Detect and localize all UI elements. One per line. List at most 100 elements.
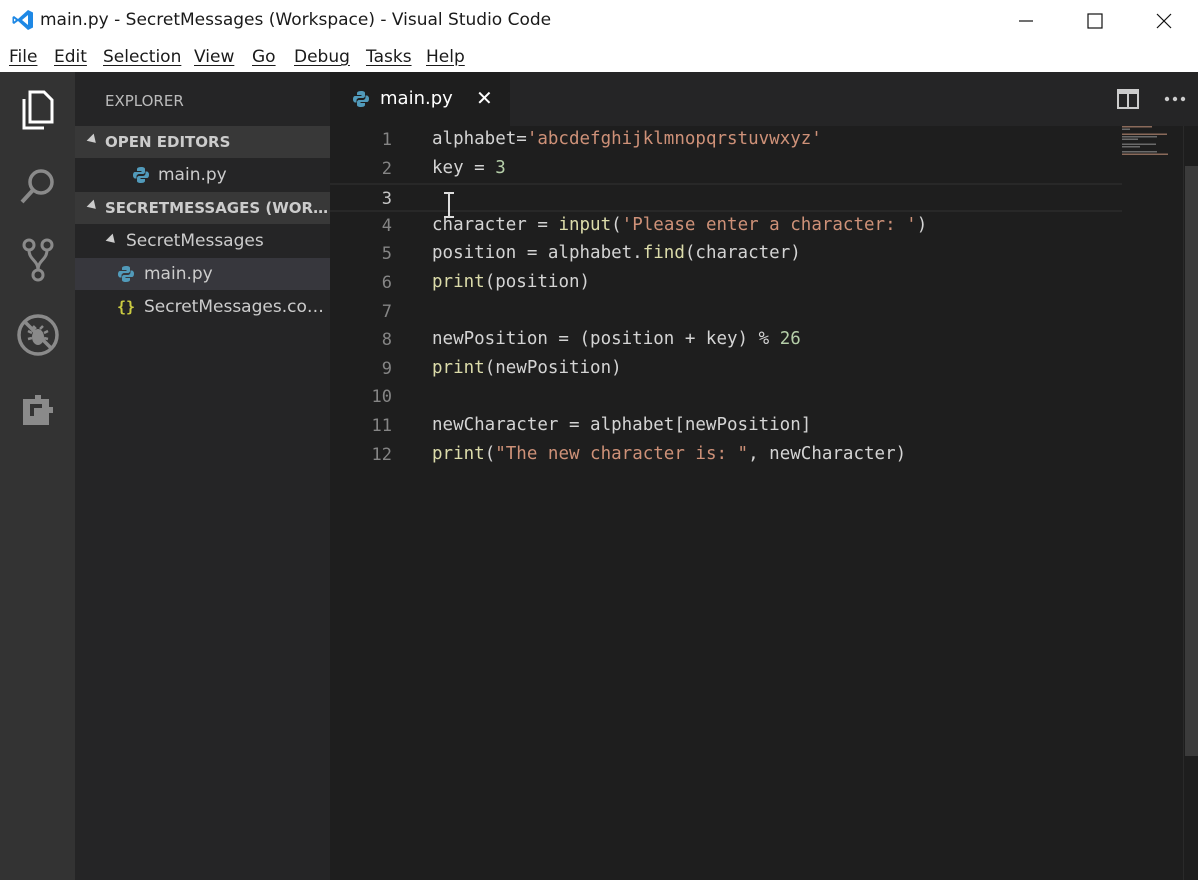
editor-tab-bar: main.py ✕ — [330, 72, 1198, 126]
explorer-sidebar: EXPLORER OPEN EDITORS main.py SECRETMESS… — [75, 72, 330, 880]
line-number: 8 — [381, 330, 392, 351]
code-token: , newCharacter) — [748, 443, 907, 464]
code-line[interactable]: 8 newPosition = (position + key) % 26 — [330, 326, 1122, 355]
python-icon — [118, 266, 134, 282]
search-icon — [20, 169, 54, 204]
code-token: ) — [916, 214, 928, 235]
code-text: newCharacter = alphabet[newPosition] — [432, 415, 811, 435]
scrollbar-thumb[interactable] — [1185, 166, 1198, 756]
file-label: main.py — [144, 264, 213, 284]
split-editor-icon — [1117, 89, 1139, 109]
line-number: 7 — [381, 301, 392, 322]
minimize-button[interactable] — [992, 0, 1060, 41]
code-token: 3 — [495, 157, 506, 178]
menu-go[interactable]: Go — [252, 47, 276, 67]
minimap[interactable] — [1120, 126, 1180, 156]
line-number: 5 — [381, 244, 392, 265]
code-line[interactable]: 11 newCharacter = alphabet[newPosition] — [330, 412, 1122, 441]
line-number: 9 — [381, 358, 392, 379]
tab-close-icon[interactable]: ✕ — [476, 86, 493, 110]
text-cursor-icon — [444, 192, 454, 218]
title-bar: main.py - SecretMessages (Workspace) - V… — [0, 0, 1198, 41]
code-token: find — [642, 243, 685, 264]
json-braces-icon: {} — [117, 298, 136, 316]
menu-file[interactable]: File — [9, 47, 37, 67]
workspace-section-header[interactable]: SECRETMESSAGES (WORKSPACE) — [75, 192, 330, 224]
menu-tasks[interactable]: Tasks — [366, 47, 412, 67]
menu-view[interactable]: View — [194, 47, 234, 67]
explorer-button[interactable] — [12, 84, 64, 136]
chevron-down-icon — [86, 199, 100, 213]
code-line[interactable]: 12 print("The new character is: ", newCha… — [330, 441, 1122, 470]
maximize-icon — [1087, 12, 1103, 29]
python-icon — [133, 167, 149, 183]
open-editor-item[interactable]: main.py — [75, 159, 330, 191]
extensions-icon — [23, 395, 53, 425]
code-text: newPosition = (position + key) % 26 — [432, 329, 801, 349]
code-token: key = — [432, 157, 496, 178]
tab-main-py[interactable]: main.py ✕ — [330, 72, 510, 126]
code-token: print — [432, 272, 485, 292]
code-token: input — [558, 214, 612, 235]
extensions-button[interactable] — [12, 384, 64, 436]
code-token: 'abcdefghijklmnopqrstuvwxyz' — [526, 129, 822, 149]
code-token: alphabet= — [432, 129, 527, 149]
debug-icon — [17, 314, 59, 356]
menu-edit[interactable]: Edit — [54, 47, 87, 67]
code-text: print(newPosition) — [432, 358, 622, 378]
line-number: 4 — [381, 215, 392, 236]
open-editors-section-header[interactable]: OPEN EDITORS — [75, 126, 330, 158]
line-number: 6 — [381, 273, 392, 293]
menu-help[interactable]: Help — [426, 47, 465, 67]
close-window-button[interactable] — [1130, 0, 1198, 41]
code-line[interactable]: 7 — [330, 298, 1122, 327]
search-button[interactable] — [12, 160, 64, 212]
folder-label: SecretMessages — [126, 231, 264, 251]
tab-label: main.py — [380, 88, 453, 109]
line-number: 11 — [371, 416, 392, 436]
code-line[interactable]: 1 alphabet='abcdefghijklmnopqrstuvwxyz' — [330, 126, 1122, 155]
code-token: print — [432, 443, 485, 464]
code-token: (position) — [484, 272, 591, 292]
line-number: 10 — [371, 387, 392, 408]
window-title: main.py - SecretMessages (Workspace) - V… — [40, 10, 552, 30]
files-icon — [22, 90, 54, 130]
chevron-down-icon — [105, 233, 119, 247]
code-text: position = alphabet.find(character) — [432, 243, 801, 263]
debug-button[interactable] — [12, 309, 64, 361]
file-item-workspace[interactable]: {} SecretMessages.code-workspace — [75, 291, 330, 323]
code-editor[interactable]: 1 alphabet='abcdefghijklmnopqrstuvwxyz' 2 k… — [330, 126, 1198, 880]
code-text: print(position) — [432, 272, 590, 292]
code-token: ( — [484, 443, 496, 464]
more-actions-button[interactable] — [1162, 86, 1188, 112]
code-text: print("The new character is: ", newChara… — [432, 444, 906, 464]
source-control-button[interactable] — [12, 234, 64, 286]
line-number: 3 — [381, 189, 392, 210]
code-line[interactable]: 2 key = 3 — [330, 155, 1122, 184]
file-label: SecretMessages.code-workspace — [144, 297, 330, 317]
code-token: (character) — [684, 243, 801, 264]
source-control-icon — [22, 238, 54, 282]
line-number: 2 — [381, 158, 392, 179]
code-line[interactable]: 10 — [330, 383, 1122, 412]
code-token: newCharacter = alphabet[newPosition] — [432, 415, 812, 435]
split-editor-button[interactable] — [1115, 86, 1141, 112]
code-token: 26 — [779, 329, 801, 350]
code-line[interactable]: 5 position = alphabet.find(character) — [330, 240, 1122, 269]
maximize-button[interactable] — [1061, 0, 1129, 41]
vertical-scrollbar[interactable] — [1183, 126, 1198, 880]
workspace-label: SECRETMESSAGES (WORKSPACE) — [105, 199, 329, 217]
code-line[interactable]: 6 print(position) — [330, 269, 1122, 298]
folder-item[interactable]: SecretMessages — [75, 225, 330, 257]
open-editors-label: OPEN EDITORS — [105, 133, 231, 151]
file-item-main-py[interactable]: main.py — [75, 258, 330, 290]
menu-debug[interactable]: Debug — [294, 47, 350, 67]
ellipsis-icon — [1164, 96, 1186, 102]
close-icon — [1156, 13, 1172, 28]
code-text: character = input('Please enter a charac… — [432, 215, 927, 235]
code-token: ( — [611, 214, 622, 235]
menu-selection[interactable]: Selection — [103, 47, 181, 67]
line-number: 12 — [371, 444, 392, 465]
code-line[interactable]: 9 print(newPosition) — [330, 355, 1122, 384]
activity-bar — [0, 72, 75, 880]
